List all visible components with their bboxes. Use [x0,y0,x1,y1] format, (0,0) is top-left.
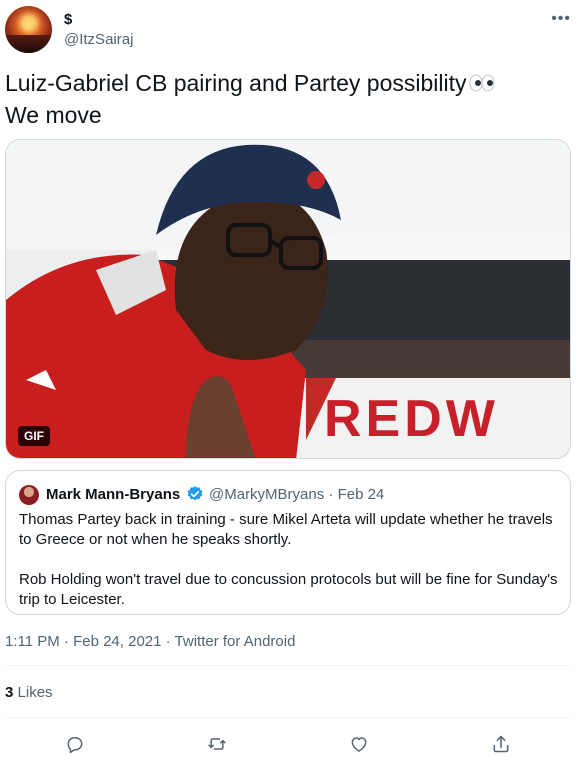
bus-sign-text: REDW [324,390,499,448]
quote-paragraph-2: Rob Holding won't travel due to concussi… [19,571,558,608]
verified-badge-icon [186,485,204,508]
author-avatar[interactable] [5,6,52,53]
more-options-icon[interactable]: ••• [551,10,571,28]
avatar-flare [20,14,38,32]
tweet-line-1: Luiz-Gabriel CB pairing and Partey possi… [5,68,565,100]
author-handle[interactable]: @ItzSairaj [64,31,133,48]
action-bar [0,730,581,758]
quote-paragraph-1: Thomas Partey back in training - sure Mi… [19,511,553,548]
reply-icon[interactable] [61,730,89,758]
quote-body: Thomas Partey back in training - sure Mi… [19,510,559,630]
tweet-body: Luiz-Gabriel CB pairing and Partey possi… [5,68,565,130]
quote-handle-date: @MarkyMBryans · Feb 24 [209,486,385,503]
gif-badge: GIF [18,426,50,446]
likes-stat[interactable]: 3 Likes [5,684,53,701]
gif-media[interactable]: REDW GIF [5,139,571,459]
quote-author-avatar[interactable] [19,485,39,505]
quote-author-name[interactable]: Mark Mann-Bryans [46,486,180,503]
share-icon[interactable] [487,730,515,758]
quoted-tweet[interactable]: Mark Mann-Bryans @MarkyMBryans · Feb 24 … [5,470,571,615]
divider [5,717,571,718]
tweet-header: $ @ItzSairaj ••• [5,6,571,53]
tweet-line-1-text: Luiz-Gabriel CB pairing and Partey possi… [5,70,467,96]
eyes-emoji-icon [469,70,495,100]
likes-label: Likes [17,684,53,701]
like-icon[interactable] [345,730,373,758]
tweet-line-2: We move [5,102,102,128]
divider [5,665,571,666]
likes-count: 3 [5,684,14,701]
avatar-crowd [5,35,52,53]
retweet-icon[interactable] [203,730,231,758]
author-name[interactable]: $ [64,11,72,28]
tweet-timestamp[interactable]: 1:11 PM · Feb 24, 2021 · Twitter for And… [5,633,295,650]
gif-frame: REDW [6,140,570,458]
